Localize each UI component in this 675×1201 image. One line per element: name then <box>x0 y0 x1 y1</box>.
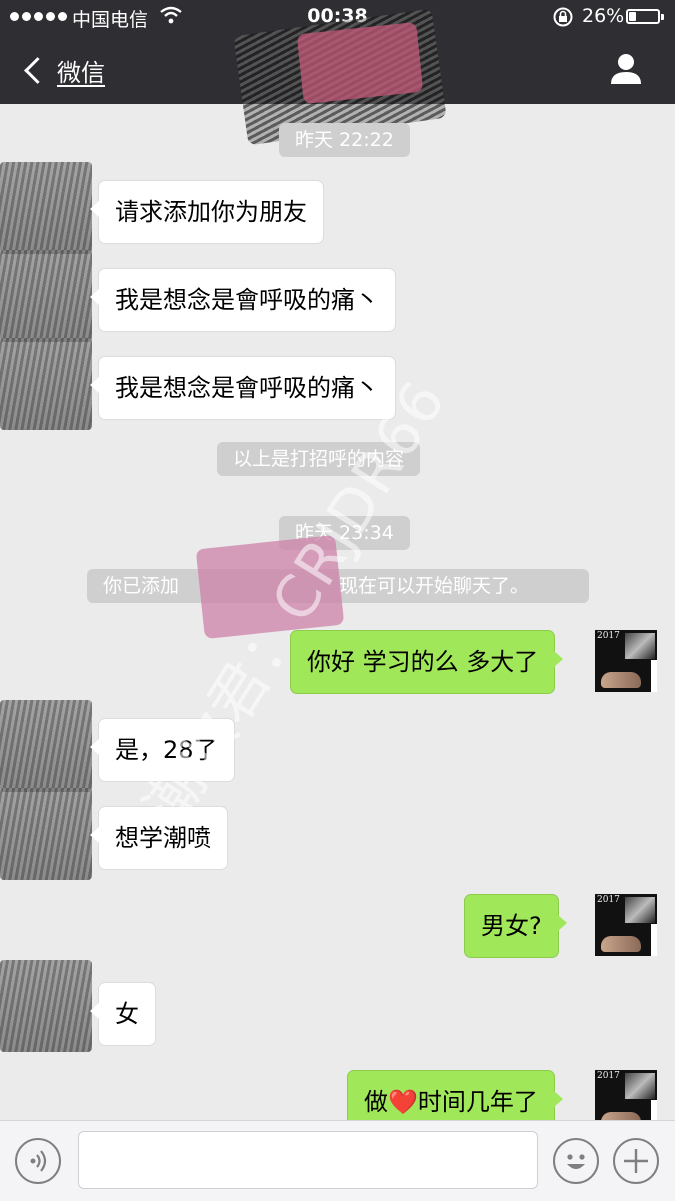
avatar-face <box>625 1073 655 1099</box>
more-button[interactable] <box>613 1138 659 1184</box>
battery-level <box>629 12 636 21</box>
voice-button[interactable] <box>15 1138 61 1184</box>
back-label: 微信 <box>57 58 105 87</box>
contact-avatar[interactable] <box>0 162 92 254</box>
avatar-strip <box>651 924 657 956</box>
voice-icon <box>30 1150 47 1172</box>
message-bubble[interactable]: 我是想念是會呼吸的痛丶 <box>90 356 396 420</box>
contact-avatar[interactable] <box>0 960 92 1052</box>
message-bubble[interactable]: 我是想念是會呼吸的痛丶 <box>90 268 396 332</box>
message-text: 做 <box>364 1088 388 1116</box>
heart-emoji: ❤️ <box>388 1088 418 1116</box>
top-bar: 中国电信 00:38 26% 微信 <box>0 0 675 146</box>
back-button[interactable]: 微信 <box>20 50 105 90</box>
contact-avatar[interactable] <box>0 338 92 430</box>
contact-avatar[interactable] <box>0 788 92 880</box>
contact-avatar[interactable] <box>0 250 92 342</box>
message-bubble[interactable]: 你好 学习的么 多大了 <box>290 630 564 694</box>
message-input[interactable] <box>78 1131 538 1189</box>
self-avatar[interactable]: 2017 <box>595 630 657 692</box>
profile-icon[interactable] <box>608 52 644 86</box>
chat-area[interactable]: 昨天 22:22 请求添加你为朋友 我是想念是會呼吸的痛丶 我是想念是會呼吸的痛… <box>0 104 675 1120</box>
avatar-face <box>625 897 655 923</box>
system-message-start: 现在可以开始聊天了。 <box>339 575 530 597</box>
back-chevron-icon <box>24 56 51 84</box>
message-bubble[interactable]: 男女? <box>464 894 567 958</box>
plus-icon <box>624 1149 648 1173</box>
message-bubble[interactable]: 做❤️时间几年了 <box>347 1070 563 1120</box>
lock-rotation-icon <box>553 7 573 27</box>
battery-nub <box>661 14 664 20</box>
avatar-hand <box>601 1112 641 1120</box>
contact-avatar[interactable] <box>0 700 92 792</box>
emoji-icon <box>567 1154 585 1169</box>
message-bubble[interactable]: 女 <box>90 982 156 1046</box>
avatar-year: 2017 <box>597 1071 620 1081</box>
avatar-year: 2017 <box>597 895 620 905</box>
battery-icon <box>626 9 660 24</box>
self-avatar[interactable]: 2017 <box>595 894 657 956</box>
battery-percent: 26% <box>582 5 625 27</box>
message-bubble[interactable]: 请求添加你为朋友 <box>90 180 324 244</box>
message-text: 时间几年了 <box>417 1088 538 1116</box>
avatar-hand <box>601 672 641 688</box>
avatar-face <box>625 633 655 659</box>
system-message-added: 你已添加 <box>103 575 180 597</box>
avatar-hand <box>601 936 641 952</box>
input-bar <box>0 1120 675 1201</box>
avatar-strip <box>651 1100 657 1120</box>
emoji-button[interactable] <box>553 1138 599 1184</box>
timestamp: 昨天 22:22 <box>279 123 410 157</box>
avatar-year: 2017 <box>597 631 620 641</box>
self-avatar[interactable]: 2017 <box>595 1070 657 1120</box>
redacted-title-overlay <box>296 21 424 105</box>
avatar-strip <box>651 660 657 692</box>
